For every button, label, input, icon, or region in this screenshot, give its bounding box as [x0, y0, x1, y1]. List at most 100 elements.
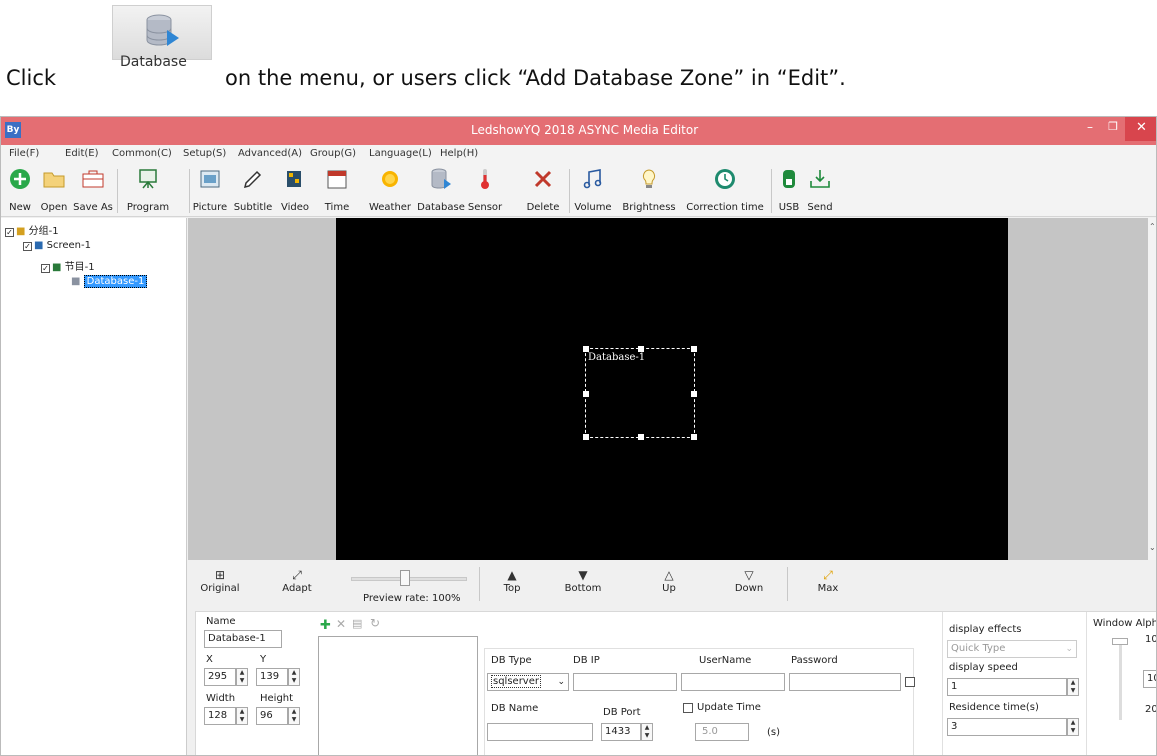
max-button[interactable]: ⤢ Max [813, 567, 843, 607]
display-speed-spinner[interactable]: ▲ ▼ [1067, 678, 1079, 696]
alpha-value-input[interactable]: 10 [1143, 670, 1156, 688]
db-port-input[interactable]: 1433 [601, 723, 641, 741]
preview-rate-slider[interactable] [351, 570, 467, 586]
username-input[interactable] [681, 673, 785, 691]
db-type-select[interactable]: sqlserver ⌄ [487, 673, 569, 691]
name-input[interactable]: Database-1 [204, 630, 282, 648]
canvas-scrollbar[interactable]: ⌃ ⌄ [1148, 218, 1156, 560]
tree-checkbox[interactable]: ✓ [5, 228, 14, 237]
video-button[interactable]: Video [275, 165, 315, 217]
weather-button[interactable]: Weather [367, 165, 413, 217]
height-spinner[interactable]: ▲ ▼ [288, 707, 300, 725]
password-checkbox[interactable] [905, 677, 915, 687]
time-button[interactable]: Time [319, 165, 355, 217]
x-spinner[interactable]: ▲ ▼ [236, 668, 248, 686]
residence-time-input[interactable]: 3 [947, 718, 1067, 736]
title-bar: By LedshowYQ 2018 ASYNC Media Editor – ❐… [1, 117, 1156, 145]
tree-checkbox[interactable]: ✓ [41, 264, 50, 273]
y-spinner[interactable]: ▲ ▼ [288, 668, 300, 686]
send-button[interactable]: Send [805, 165, 835, 217]
menu-language[interactable]: Language(L) [369, 148, 432, 159]
tree-item-group[interactable]: ✓ ■ 分组-1 [5, 222, 59, 237]
up-button[interactable]: △ Up [657, 567, 681, 607]
resize-handle[interactable] [691, 391, 697, 397]
down-button[interactable]: ▽ Down [733, 567, 765, 607]
tree-item-database-zone[interactable]: ■ Database-1 [71, 275, 148, 288]
app-window: By LedshowYQ 2018 ASYNC Media Editor – ❐… [0, 116, 1157, 756]
open-button[interactable]: Open [37, 165, 71, 217]
database-icon: ■ [71, 276, 81, 287]
scroll-down-arrow-icon[interactable]: ⌄ [1149, 543, 1156, 552]
resize-handle[interactable] [583, 434, 589, 440]
db-port-spinner[interactable]: ▲ ▼ [641, 723, 653, 741]
menu-help[interactable]: Help(H) [440, 148, 478, 159]
picture-button[interactable]: Picture [191, 165, 229, 217]
y-label: Y [260, 654, 267, 665]
height-label: Height [260, 693, 294, 704]
database-icon [431, 168, 451, 189]
database-button[interactable]: Database [417, 165, 465, 217]
quick-type-select[interactable]: Quick Type ⌄ [947, 640, 1077, 658]
display-speed-input[interactable]: 1 [947, 678, 1067, 696]
menu-advanced[interactable]: Advanced(A) [238, 148, 302, 159]
item-list[interactable] [318, 636, 478, 755]
close-button[interactable]: ✕ [1125, 117, 1156, 141]
resize-handle[interactable] [638, 346, 644, 352]
correction-time-button[interactable]: Correction time [683, 165, 767, 217]
delete-button[interactable]: Delete [523, 165, 563, 217]
tree-checkbox[interactable]: ✓ [23, 242, 32, 251]
resize-handle[interactable] [691, 434, 697, 440]
top-button[interactable]: ▲ Top [497, 567, 527, 607]
program-button[interactable]: Program [119, 165, 177, 217]
refresh-icon[interactable]: ↻ [370, 616, 380, 630]
scroll-up-arrow-icon[interactable]: ⌃ [1149, 222, 1156, 231]
height-input[interactable]: 96 [256, 707, 288, 725]
usb-drive-icon [783, 170, 795, 188]
password-input[interactable] [789, 673, 901, 691]
residence-time-spinner[interactable]: ▲ ▼ [1067, 718, 1079, 736]
sensor-button[interactable]: Sensor [467, 165, 503, 217]
y-input[interactable]: 139 [256, 668, 288, 686]
resize-handle[interactable] [583, 346, 589, 352]
subtitle-button[interactable]: Subtitle [233, 165, 273, 217]
menu-common[interactable]: Common(C) [112, 148, 172, 159]
update-time-label: Update Time [697, 702, 761, 713]
x-input[interactable]: 295 [204, 668, 236, 686]
update-time-input[interactable]: 5.0 [695, 723, 749, 741]
menu-group[interactable]: Group(G) [310, 148, 356, 159]
menu-file[interactable]: File(F) [9, 148, 39, 159]
remove-item-icon[interactable]: ✕ [336, 617, 346, 631]
width-spinner[interactable]: ▲ ▼ [236, 707, 248, 725]
menu-setup[interactable]: Setup(S) [183, 148, 226, 159]
list-item-icon[interactable]: ▤ [352, 617, 362, 630]
update-time-unit: (s) [767, 727, 781, 738]
adapt-button[interactable]: ⤢ Adapt [277, 567, 317, 607]
database-zone[interactable]: Database-1 [583, 346, 697, 440]
width-input[interactable]: 128 [204, 707, 236, 725]
save-as-button[interactable]: Save As [73, 165, 113, 217]
menu-edit[interactable]: Edit(E) [65, 148, 99, 159]
tree-item-screen[interactable]: ✓ ■ Screen-1 [23, 240, 91, 251]
resize-handle[interactable] [691, 346, 697, 352]
db-ip-input[interactable] [573, 673, 677, 691]
alpha-slider-track[interactable] [1119, 640, 1122, 720]
original-button[interactable]: ⊞ Original [197, 567, 243, 607]
resize-handle[interactable] [583, 391, 589, 397]
volume-button[interactable]: Volume [573, 165, 613, 217]
brightness-button[interactable]: Brightness [621, 165, 677, 217]
restore-button[interactable]: ❐ [1104, 120, 1122, 138]
led-screen[interactable]: Database-1 [336, 218, 1008, 560]
briefcase-icon [82, 170, 104, 188]
tree-item-program[interactable]: ✓ ■ 节目-1 [41, 258, 95, 273]
bottom-button[interactable]: ▼ Bottom [561, 567, 605, 607]
usb-button[interactable]: USB [775, 165, 803, 217]
update-time-checkbox[interactable] [683, 703, 693, 713]
resize-handle[interactable] [638, 434, 644, 440]
add-item-icon[interactable]: ✚ [320, 618, 331, 633]
new-button[interactable]: New [5, 165, 35, 217]
db-name-input[interactable] [487, 723, 593, 741]
main-toolbar: New Open Save As Program Picture Subtitl… [1, 165, 1156, 217]
slider-thumb[interactable] [400, 570, 410, 586]
alpha-slider-thumb[interactable] [1112, 638, 1128, 645]
minimize-button[interactable]: – [1081, 120, 1099, 138]
